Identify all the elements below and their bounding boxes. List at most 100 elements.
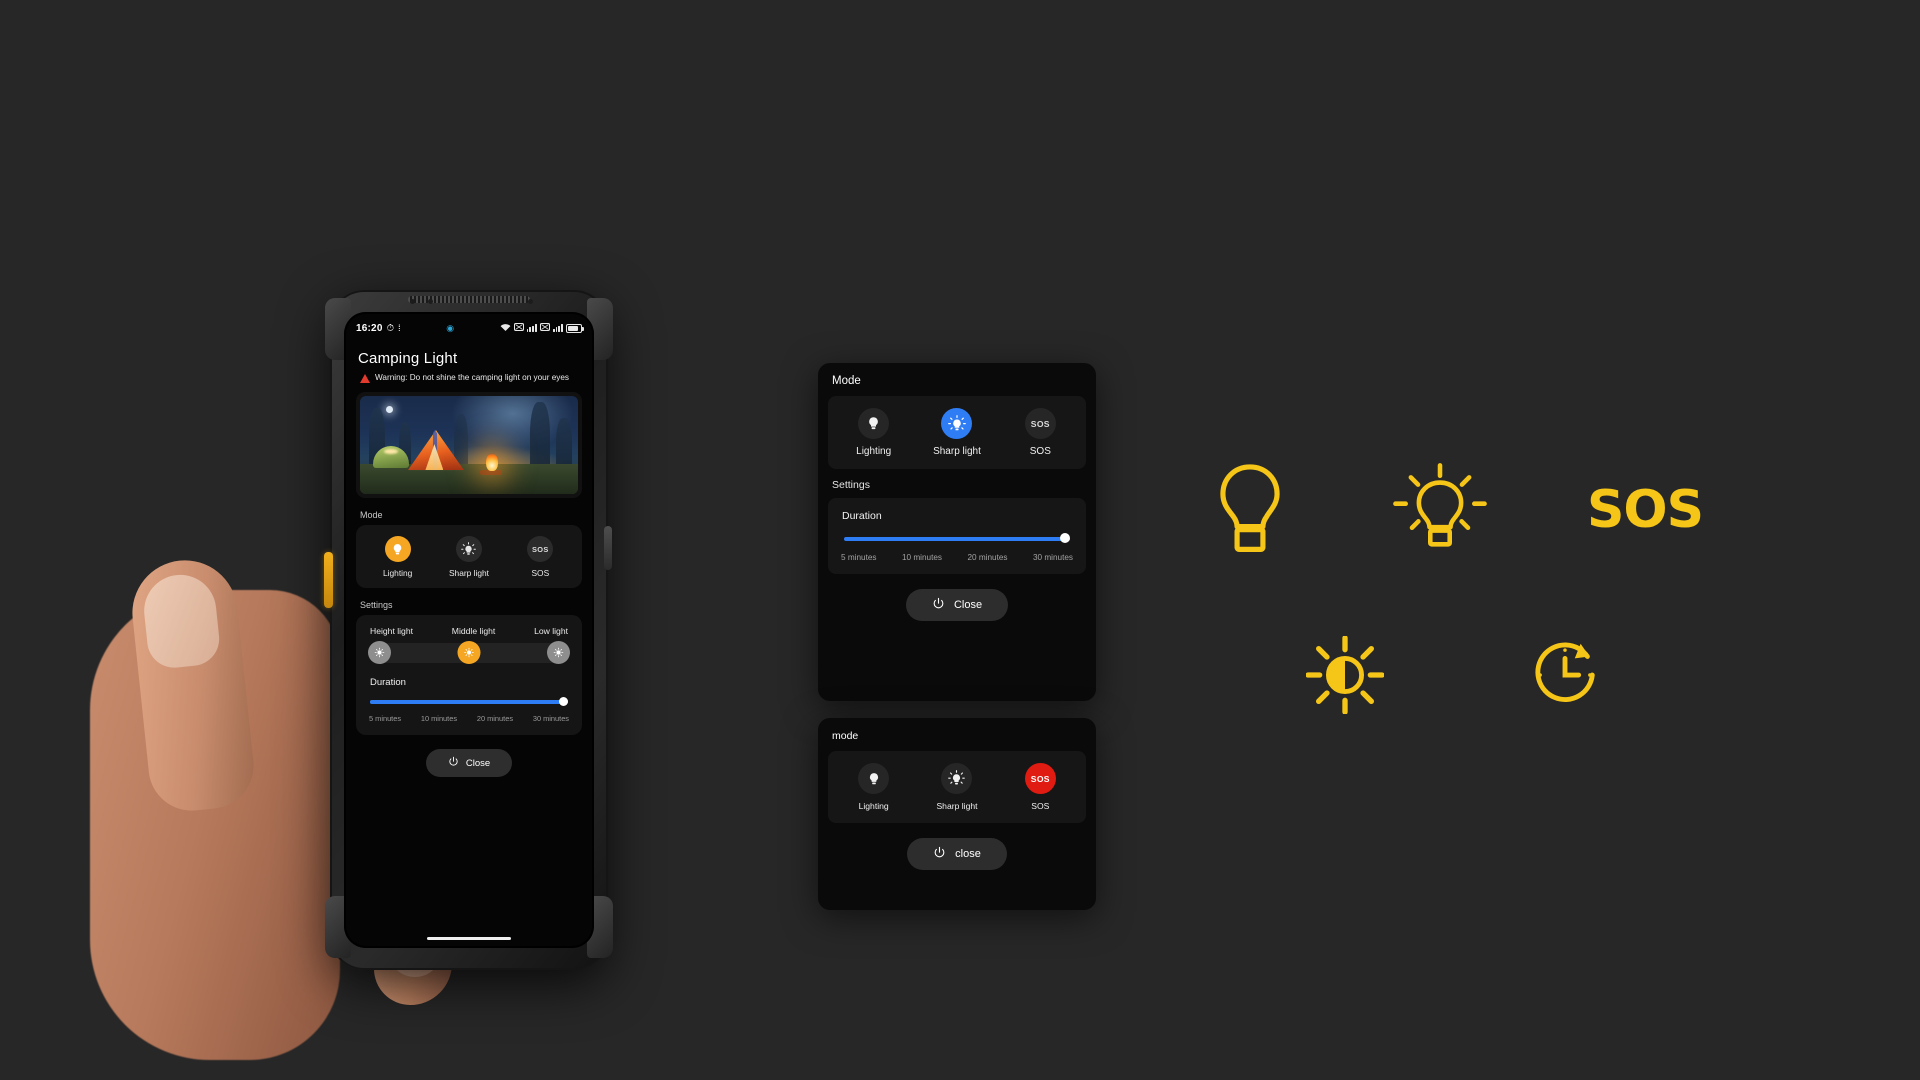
panel-a-duration-label: Duration	[842, 510, 882, 522]
front-camera-icon	[410, 299, 415, 304]
ground	[360, 464, 578, 495]
panel-a-mode-options: Lighting Sharp light SOS SOS	[828, 396, 1086, 469]
home-indicator[interactable]	[427, 937, 511, 940]
brightness-label-low: Low light	[534, 626, 568, 637]
bulb-rays-icon[interactable]	[455, 536, 482, 563]
palm	[90, 590, 340, 1060]
panel-a-duration-card: Duration 5 minutes 10 minutes 20 minutes…	[828, 498, 1086, 574]
panel-b-mode-label: SOS	[1031, 801, 1050, 811]
panel-b-close-button[interactable]: close	[907, 838, 1007, 870]
panel-b-mode-label: Lighting	[858, 801, 889, 811]
brightness-knob-height[interactable]	[368, 641, 391, 665]
mode-option-sharp-light[interactable]: Sharp light	[440, 536, 498, 578]
dnd-icon: ⁞	[398, 322, 401, 334]
duration-tick: 30 minutes	[1032, 553, 1073, 562]
duration-tick: 10 minutes	[420, 714, 458, 724]
brightness-selector[interactable]	[368, 641, 570, 665]
thumb	[127, 555, 258, 815]
volume-side-button[interactable]	[604, 526, 612, 570]
panel-b-close-wrapper: close	[818, 823, 1096, 870]
phone-body: 16:20 ⏱ ⁞ ◉ Camping Light Warning: Do no…	[324, 290, 613, 970]
panel-a-close-wrapper: Close	[818, 574, 1096, 621]
duration-tick: 20 minutes	[476, 714, 514, 724]
close-button-label: Close	[465, 757, 491, 769]
brightness-sun-icon	[1290, 620, 1400, 730]
panel-a-mode-label: Lighting	[856, 446, 892, 457]
sos-icon-text: SOS	[532, 544, 549, 554]
sim1-icon	[513, 323, 524, 333]
panel-b-mode-options: Lighting Sharp light SOS SOS	[828, 751, 1086, 823]
duration-tick: 20 minutes	[967, 553, 1008, 562]
panel-a-duration-slider[interactable]	[844, 533, 1070, 544]
settings-card: Height light Middle light Low light Dura…	[356, 615, 582, 736]
power-icon	[448, 756, 459, 770]
signal2-icon	[552, 324, 563, 332]
duration-label: Duration	[370, 677, 406, 689]
bulb-rays-icon[interactable]	[941, 763, 973, 794]
duration-slider-fill	[370, 700, 568, 704]
panel-b-mode-lighting[interactable]: Lighting	[836, 763, 912, 811]
phone-in-hand-scene: 16:20 ⏱ ⁞ ◉ Camping Light Warning: Do no…	[90, 290, 790, 1060]
alarm-icon: ⏱	[386, 322, 394, 334]
mode-label: Lighting	[382, 568, 413, 579]
page-root: 16:20 ⏱ ⁞ ◉ Camping Light Warning: Do no…	[0, 0, 1920, 1080]
hero-card: Campsite at night with a glowing tent an…	[356, 392, 582, 499]
brightness-knob-middle[interactable]	[457, 641, 481, 665]
panel-a-slider-track	[844, 536, 1070, 541]
warning-banner: Warning: Do not shine the camping light …	[344, 367, 594, 383]
camping-hero-image: Campsite at night with a glowing tent an…	[360, 396, 578, 495]
panel-b-mode-sos[interactable]: SOS SOS	[1002, 763, 1078, 811]
face-unlock-icon: ◉	[446, 322, 455, 333]
duration-slider-thumb[interactable]	[559, 697, 568, 707]
led-indicator-icon	[528, 299, 533, 304]
mode-option-lighting[interactable]: Lighting	[369, 536, 427, 578]
close-button-wrapper: Close	[344, 735, 594, 778]
status-time: 16:20	[356, 322, 383, 334]
close-button[interactable]: Close	[425, 749, 513, 778]
panel-a-close-button[interactable]: Close	[905, 589, 1009, 621]
status-bar: 16:20 ⏱ ⁞ ◉	[344, 312, 594, 338]
bulb-rays-icon[interactable]	[941, 408, 973, 439]
wifi-icon	[500, 323, 511, 334]
duration-tick: 10 minutes	[901, 553, 942, 562]
panel-a-mode-lighting[interactable]: Lighting	[836, 408, 912, 457]
campfire	[486, 453, 499, 472]
brightness-knob-low[interactable]	[547, 641, 570, 665]
timer-clock-icon	[1510, 620, 1620, 730]
warning-text: Warning: Do not shine the camping light …	[375, 373, 570, 382]
panel-a-settings-label: Settings	[832, 479, 870, 491]
sos-icon[interactable]: SOS	[1024, 763, 1056, 794]
panel-a-slider-thumb[interactable]	[1060, 533, 1070, 543]
sos-text-icon: SOS	[1586, 480, 1704, 540]
mode-section-label: Mode	[360, 510, 383, 521]
power-icon	[933, 846, 946, 862]
duration-tick: 5 minutes	[369, 714, 402, 724]
moon-icon	[386, 406, 394, 414]
bulb-icon[interactable]	[384, 536, 411, 563]
power-icon	[932, 597, 945, 613]
mode-option-sos[interactable]: SOS SOS	[511, 536, 569, 578]
duration-tick-labels: 5 minutes 10 minutes 20 minutes 30 minut…	[356, 707, 582, 735]
panel-b-close-label: close	[955, 848, 981, 860]
bulb-icon[interactable]	[858, 763, 890, 794]
brightness-label-height: Height light	[370, 626, 413, 637]
mode-label: SOS	[531, 568, 550, 579]
yellow-side-button[interactable]	[324, 552, 333, 608]
phone-screen: 16:20 ⏱ ⁞ ◉ Camping Light Warning: Do no…	[344, 312, 594, 948]
panel-b-mode-sharp-light[interactable]: Sharp light	[919, 763, 995, 811]
warning-triangle-icon	[360, 374, 370, 383]
signal1-icon	[526, 324, 537, 332]
hero-image-alt: Campsite at night with a glowing tent an…	[360, 396, 361, 397]
bulb-rays-icon	[1380, 450, 1500, 570]
panel-a-mode-label: Sharp light	[933, 446, 981, 457]
panel-a-mode-sos[interactable]: SOS SOS	[1002, 408, 1078, 457]
status-bar-right	[500, 323, 584, 334]
earpiece-speaker	[408, 296, 530, 303]
settings-section-label: Settings	[360, 600, 393, 611]
sos-icon[interactable]: SOS	[1024, 408, 1056, 439]
duration-slider[interactable]	[370, 697, 568, 707]
sensor-icon	[428, 299, 433, 304]
bulb-icon[interactable]	[858, 408, 890, 439]
panel-a-mode-sharp-light[interactable]: Sharp light	[919, 408, 995, 457]
sos-icon[interactable]: SOS	[527, 536, 554, 563]
